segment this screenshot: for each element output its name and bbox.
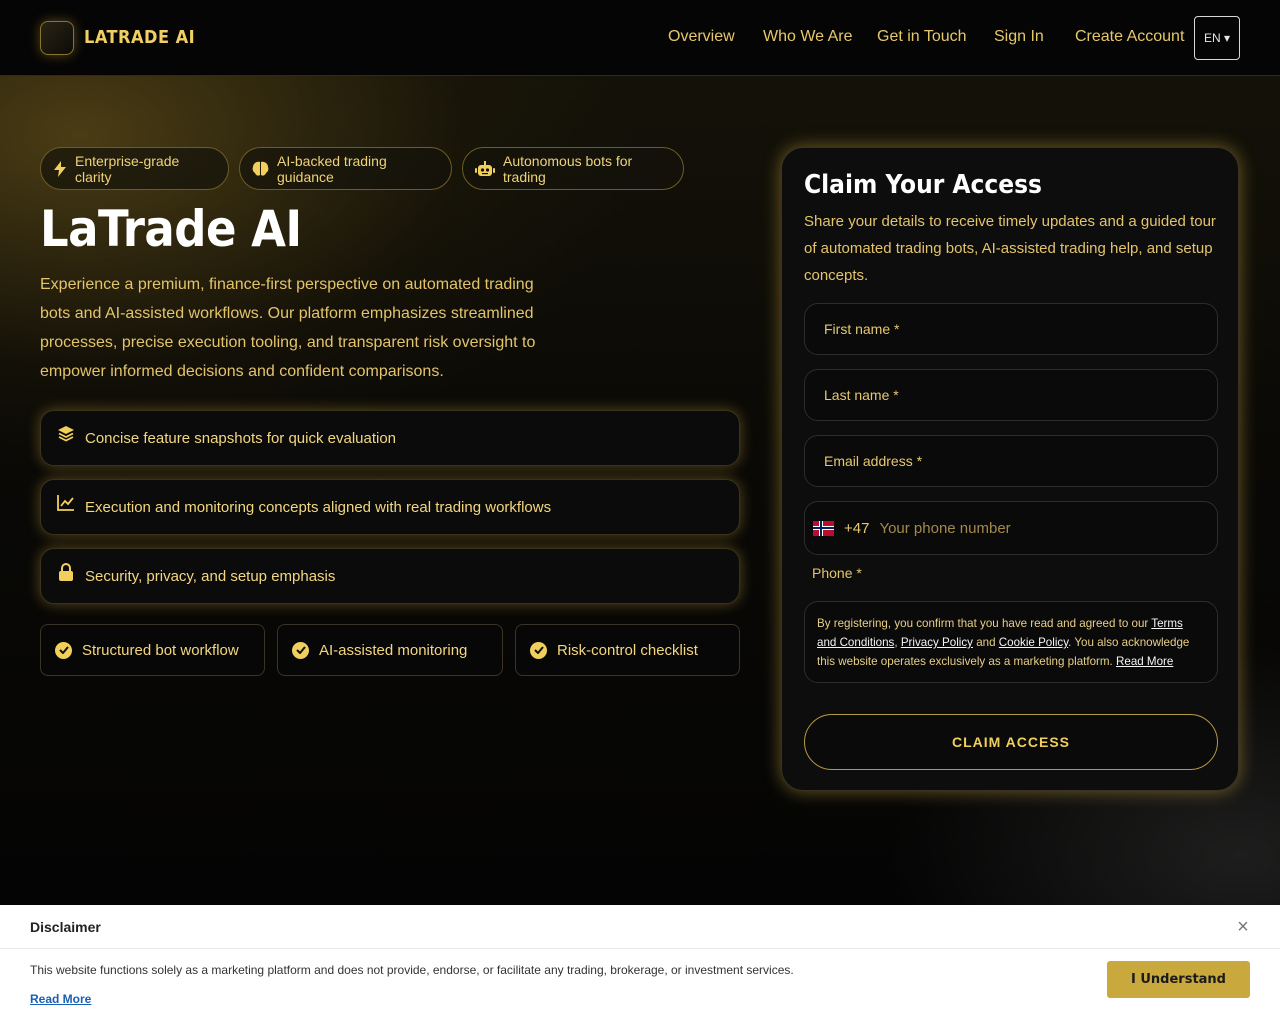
badge-label: Autonomous bots for trading <box>503 152 633 185</box>
badge-autonomous-bots: Autonomous bots for trading <box>462 147 684 190</box>
nav-create-account[interactable]: Create Account <box>1075 28 1184 46</box>
phone-country-code[interactable]: +47 <box>844 520 869 537</box>
feature-item-execution: Execution and monitoring concepts aligne… <box>40 479 740 535</box>
form-title: Claim Your Access <box>804 170 1042 200</box>
badge-label: AI-backed trading guidance <box>277 152 387 185</box>
phone-label: Phone * <box>812 565 862 581</box>
consent-notice: By registering, you confirm that you hav… <box>804 601 1218 683</box>
checklist-label: AI-assisted monitoring <box>319 641 468 659</box>
language-selector[interactable]: EN ▾ <box>1194 16 1240 60</box>
disclaimer-banner: Disclaimer × This website functions sole… <box>0 905 1280 1024</box>
check-circle-icon <box>55 641 72 659</box>
feature-item-security: Security, privacy, and setup emphasis <box>40 548 740 604</box>
checklist-item-risk-control: Risk-control checklist <box>515 624 740 676</box>
claim-access-button[interactable]: CLAIM ACCESS <box>804 714 1218 770</box>
disclaimer-text: This website functions solely as a marke… <box>30 963 794 977</box>
nav-who-we-are[interactable]: Who We Are <box>763 28 853 46</box>
feature-item-snapshots: Concise feature snapshots for quick eval… <box>40 410 740 466</box>
brand-name[interactable]: LATRADE AI <box>84 27 195 48</box>
feature-label: Execution and monitoring concepts aligne… <box>85 498 552 516</box>
check-circle-icon <box>530 641 547 659</box>
close-icon[interactable]: × <box>1233 917 1253 937</box>
brain-icon <box>252 161 269 176</box>
privacy-policy-link[interactable]: Privacy Policy <box>901 636 973 649</box>
first-name-placeholder: First name * <box>824 321 900 337</box>
robot-icon <box>475 160 495 176</box>
consent-text: By registering, you confirm that you hav… <box>817 617 1152 630</box>
form-description: Share your details to receive timely upd… <box>804 213 1216 284</box>
lock-icon <box>59 563 73 581</box>
phone-input[interactable] <box>879 519 1217 537</box>
badge-enterprise: Enterprise-grade clarity <box>40 147 229 190</box>
checklist-item-ai-monitoring: AI-assisted monitoring <box>277 624 503 676</box>
email-field[interactable]: Email address * <box>804 435 1218 487</box>
disclaimer-divider <box>0 948 1280 949</box>
consent-text: and <box>972 636 999 649</box>
consent-read-more-link[interactable]: Read More <box>1116 655 1173 668</box>
lightning-icon <box>54 160 66 177</box>
site-header: LATRADE AI Overview Who We Are Get in To… <box>0 0 1280 76</box>
chart-line-icon <box>57 495 74 511</box>
disclaimer-title: Disclaimer <box>30 919 101 935</box>
nav-sign-in[interactable]: Sign In <box>994 28 1044 46</box>
last-name-field[interactable]: Last name * <box>804 369 1218 421</box>
badge-label: Enterprise-grade clarity <box>75 152 180 185</box>
nav-get-in-touch[interactable]: Get in Touch <box>877 28 967 46</box>
checklist-item-bot-workflow: Structured bot workflow <box>40 624 265 676</box>
logo-icon[interactable] <box>40 21 74 55</box>
email-placeholder: Email address * <box>824 453 923 469</box>
disclaimer-read-more-link[interactable]: Read More <box>30 992 91 1006</box>
hero-title: LaTrade AI <box>40 200 302 258</box>
norway-flag-icon[interactable] <box>813 520 834 536</box>
checklist-label: Risk-control checklist <box>557 641 698 659</box>
cookie-policy-link[interactable]: Cookie Policy <box>999 636 1068 649</box>
checklist-label: Structured bot workflow <box>82 641 239 659</box>
feature-label: Concise feature snapshots for quick eval… <box>85 429 397 447</box>
hero-description: Experience a premium, finance-first pers… <box>40 276 536 380</box>
phone-field: +47 <box>804 501 1218 555</box>
layers-icon <box>58 426 74 442</box>
nav-overview[interactable]: Overview <box>668 28 735 46</box>
check-circle-icon <box>292 641 309 659</box>
feature-label: Security, privacy, and setup emphasis <box>85 567 336 585</box>
last-name-placeholder: Last name * <box>824 387 899 403</box>
badge-ai-guidance: AI-backed trading guidance <box>239 147 452 190</box>
registration-card: Claim Your Access Share your details to … <box>781 147 1239 791</box>
first-name-field[interactable]: First name * <box>804 303 1218 355</box>
understand-button[interactable]: I Understand <box>1107 961 1250 998</box>
